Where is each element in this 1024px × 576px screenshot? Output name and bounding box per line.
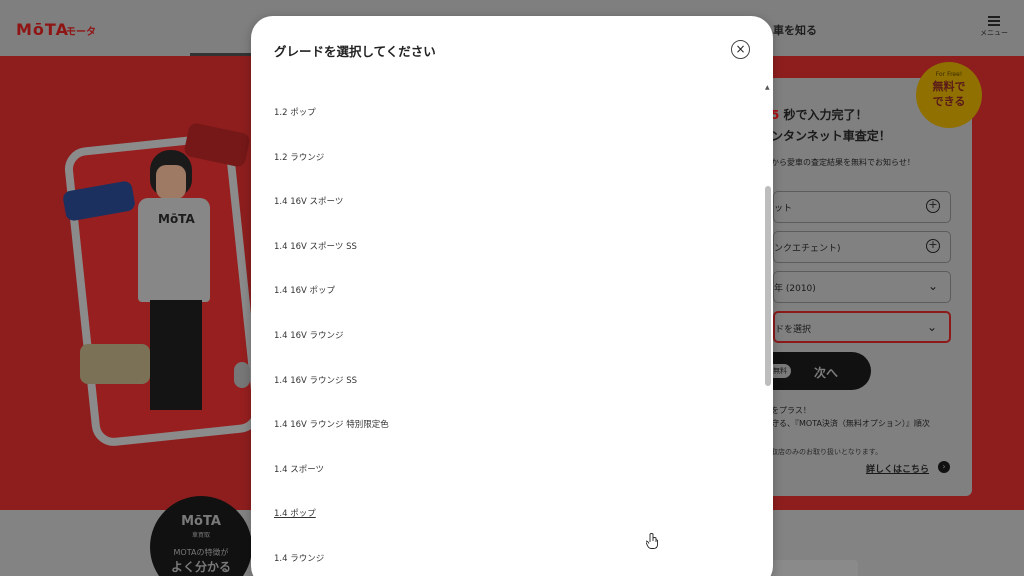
option-text-1: ゚をプラス！ bbox=[771, 406, 811, 415]
form-title-text1: 秒で入力完了！ bbox=[783, 108, 868, 122]
option-note: 取店のみのお取り扱いとなります。 bbox=[771, 448, 883, 456]
menu-button[interactable]: メニュー bbox=[976, 14, 1012, 44]
free-badge: For Free! 無料で できる bbox=[916, 62, 982, 128]
grade-option[interactable]: 1.4 16V スポーツ SS bbox=[274, 240, 357, 252]
free-badge-line1: 無料で bbox=[932, 80, 966, 93]
car-illustration bbox=[234, 362, 250, 388]
grade-select[interactable]: ドを選択 ⌄ bbox=[773, 311, 951, 343]
grade-option[interactable]: 1.4 16V ラウンジ SS bbox=[274, 374, 357, 386]
year-select[interactable]: 年 (2010) ⌄ bbox=[773, 271, 951, 303]
chevron-down-icon: ⌄ bbox=[927, 279, 938, 293]
grade-option[interactable]: 1.4 ラウンジ bbox=[274, 552, 324, 564]
badge-sub: 車買取 bbox=[191, 532, 210, 539]
grade-option[interactable]: 1.4 16V ラウンジ bbox=[274, 329, 344, 341]
shirt-logo: MōTA bbox=[158, 212, 195, 226]
hamburger-menu-icon bbox=[988, 16, 1000, 26]
model-field-value: ンクエチェント) bbox=[774, 244, 841, 254]
person-face bbox=[156, 165, 186, 199]
grade-option[interactable]: 1.4 16V ポップ bbox=[274, 284, 335, 296]
form-description: から愛車の査定結果を無料でお知らせ！ bbox=[771, 158, 915, 167]
grade-select-modal: グレードを選択してください × ▲ 1.2 ポップ 1.2 ラウンジ 1.4 16V… bbox=[251, 16, 773, 576]
grade-option[interactable]: 1.4 16V スポーツ bbox=[274, 195, 343, 207]
nav-know-cars[interactable]: 車を知る bbox=[773, 22, 817, 38]
badge-line1: MOTAの特徴が bbox=[173, 548, 229, 557]
year-select-value: 年 (2010) bbox=[774, 284, 816, 294]
free-badge-line2: できる bbox=[932, 95, 966, 108]
details-link[interactable]: 詳しくはこちら bbox=[866, 462, 929, 475]
maker-field-value: ット bbox=[774, 204, 793, 214]
grade-select-value: ドを選択 bbox=[775, 325, 812, 335]
person-legs bbox=[150, 300, 202, 410]
grade-option[interactable]: 1.2 ラウンジ bbox=[274, 151, 324, 163]
next-button-label: 次へ bbox=[814, 366, 839, 380]
form-title-line1: 5 秒で入力完了！ bbox=[771, 106, 868, 123]
modal-title: グレードを選択してください bbox=[274, 44, 436, 59]
form-title-line2: ンタンネット車査定！ bbox=[771, 129, 891, 143]
plus-circle-icon: + bbox=[926, 239, 940, 253]
grade-option[interactable]: 1.4 ポップ bbox=[274, 507, 316, 519]
chevron-down-icon: ⌄ bbox=[926, 320, 937, 334]
close-icon[interactable]: × bbox=[731, 40, 750, 59]
car-illustration bbox=[80, 344, 150, 384]
free-badge-en: For Free! bbox=[935, 71, 963, 78]
scrollbar-thumb[interactable] bbox=[765, 186, 771, 386]
grade-option[interactable]: 1.2 ポップ bbox=[274, 106, 316, 118]
grade-option[interactable]: 1.4 スポーツ bbox=[274, 463, 324, 475]
mota-logo[interactable]: MōTA bbox=[16, 20, 69, 39]
badge-logo: MōTA bbox=[181, 514, 221, 529]
option-text-2: 守る、『MOTA決済（無料オプション）』順次 bbox=[771, 419, 930, 428]
model-field[interactable]: ンクエチェント) + bbox=[773, 231, 951, 263]
grade-option[interactable]: 1.4 16V ラウンジ 特別限定色 bbox=[274, 418, 389, 430]
plus-circle-icon: + bbox=[926, 199, 940, 213]
menu-label: メニュー bbox=[980, 29, 1008, 37]
hand-pointer-icon bbox=[646, 533, 658, 549]
bottom-card bbox=[760, 560, 858, 576]
arrow-right-icon[interactable]: › bbox=[938, 461, 950, 473]
mota-logo-sub: モータ bbox=[66, 27, 96, 38]
scroll-up-icon[interactable]: ▲ bbox=[765, 84, 770, 91]
maker-field[interactable]: ット + bbox=[773, 191, 951, 223]
badge-line2: よく分かる bbox=[170, 560, 231, 574]
